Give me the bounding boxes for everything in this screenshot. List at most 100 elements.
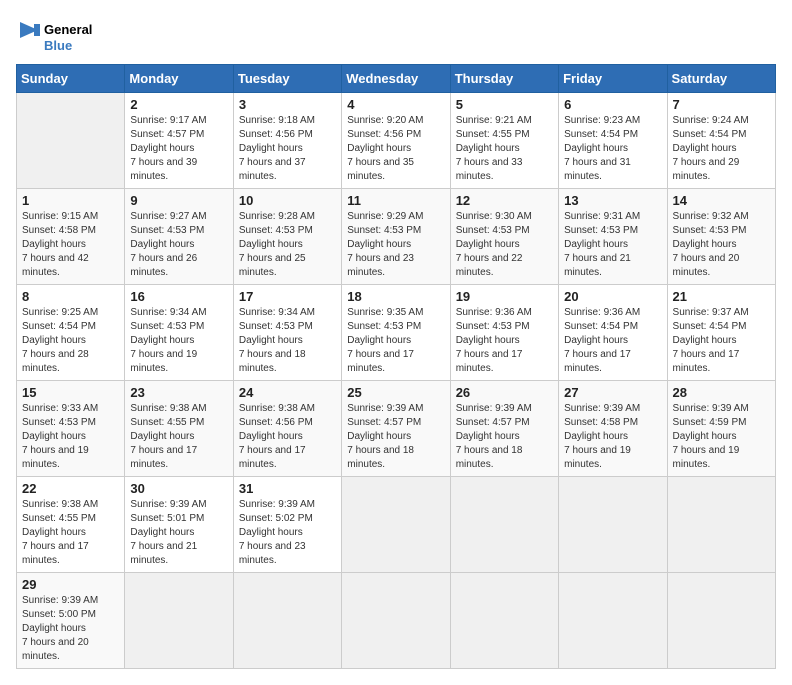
calendar-day-cell xyxy=(342,477,450,573)
cell-info: Sunrise: 9:27 AM Sunset: 4:53 PM Dayligh… xyxy=(130,210,227,280)
cell-info: Sunrise: 9:29 AM Sunset: 4:53 PM Dayligh… xyxy=(347,210,444,280)
calendar-day-cell: 11 Sunrise: 9:29 AM Sunset: 4:53 PM Dayl… xyxy=(342,189,450,285)
cell-info: Sunrise: 9:38 AM Sunset: 4:56 PM Dayligh… xyxy=(239,402,336,472)
cell-info: Sunrise: 9:34 AM Sunset: 4:53 PM Dayligh… xyxy=(130,306,227,376)
calendar-day-cell: 6 Sunrise: 9:23 AM Sunset: 4:54 PM Dayli… xyxy=(559,93,667,189)
day-number: 23 xyxy=(130,385,227,400)
calendar-day-cell xyxy=(17,93,125,189)
day-number: 5 xyxy=(456,97,553,112)
calendar-day-cell: 22 Sunrise: 9:38 AM Sunset: 4:55 PM Dayl… xyxy=(17,477,125,573)
calendar-day-cell: 31 Sunrise: 9:39 AM Sunset: 5:02 PM Dayl… xyxy=(233,477,341,573)
day-number: 29 xyxy=(22,577,119,592)
day-number: 19 xyxy=(456,289,553,304)
day-of-week-header: Wednesday xyxy=(342,65,450,93)
calendar-week-row: 15 Sunrise: 9:33 AM Sunset: 4:53 PM Dayl… xyxy=(17,381,776,477)
cell-info: Sunrise: 9:31 AM Sunset: 4:53 PM Dayligh… xyxy=(564,210,661,280)
cell-info: Sunrise: 9:39 AM Sunset: 4:58 PM Dayligh… xyxy=(564,402,661,472)
cell-info: Sunrise: 9:35 AM Sunset: 4:53 PM Dayligh… xyxy=(347,306,444,376)
calendar-day-cell: 5 Sunrise: 9:21 AM Sunset: 4:55 PM Dayli… xyxy=(450,93,558,189)
calendar-day-cell xyxy=(342,573,450,669)
cell-info: Sunrise: 9:24 AM Sunset: 4:54 PM Dayligh… xyxy=(673,114,770,184)
cell-info: Sunrise: 9:37 AM Sunset: 4:54 PM Dayligh… xyxy=(673,306,770,376)
calendar-day-cell: 10 Sunrise: 9:28 AM Sunset: 4:53 PM Dayl… xyxy=(233,189,341,285)
cell-info: Sunrise: 9:36 AM Sunset: 4:53 PM Dayligh… xyxy=(456,306,553,376)
cell-info: Sunrise: 9:17 AM Sunset: 4:57 PM Dayligh… xyxy=(130,114,227,184)
cell-info: Sunrise: 9:36 AM Sunset: 4:54 PM Dayligh… xyxy=(564,306,661,376)
day-number: 25 xyxy=(347,385,444,400)
calendar-day-cell: 19 Sunrise: 9:36 AM Sunset: 4:53 PM Dayl… xyxy=(450,285,558,381)
day-number: 16 xyxy=(130,289,227,304)
day-number: 6 xyxy=(564,97,661,112)
cell-info: Sunrise: 9:23 AM Sunset: 4:54 PM Dayligh… xyxy=(564,114,661,184)
calendar-day-cell: 4 Sunrise: 9:20 AM Sunset: 4:56 PM Dayli… xyxy=(342,93,450,189)
day-of-week-header: Sunday xyxy=(17,65,125,93)
calendar-week-row: 1 Sunrise: 9:15 AM Sunset: 4:58 PM Dayli… xyxy=(17,189,776,285)
calendar-day-cell: 30 Sunrise: 9:39 AM Sunset: 5:01 PM Dayl… xyxy=(125,477,233,573)
day-number: 28 xyxy=(673,385,770,400)
day-number: 20 xyxy=(564,289,661,304)
day-number: 21 xyxy=(673,289,770,304)
cell-info: Sunrise: 9:20 AM Sunset: 4:56 PM Dayligh… xyxy=(347,114,444,184)
calendar-day-cell: 25 Sunrise: 9:39 AM Sunset: 4:57 PM Dayl… xyxy=(342,381,450,477)
cell-info: Sunrise: 9:39 AM Sunset: 5:01 PM Dayligh… xyxy=(130,498,227,568)
day-number: 1 xyxy=(22,193,119,208)
cell-info: Sunrise: 9:38 AM Sunset: 4:55 PM Dayligh… xyxy=(130,402,227,472)
calendar-day-cell: 15 Sunrise: 9:33 AM Sunset: 4:53 PM Dayl… xyxy=(17,381,125,477)
calendar-day-cell: 18 Sunrise: 9:35 AM Sunset: 4:53 PM Dayl… xyxy=(342,285,450,381)
calendar-day-cell: 13 Sunrise: 9:31 AM Sunset: 4:53 PM Dayl… xyxy=(559,189,667,285)
calendar-day-cell: 14 Sunrise: 9:32 AM Sunset: 4:53 PM Dayl… xyxy=(667,189,775,285)
day-number: 13 xyxy=(564,193,661,208)
calendar-day-cell xyxy=(667,477,775,573)
calendar-day-cell xyxy=(450,573,558,669)
day-of-week-header: Monday xyxy=(125,65,233,93)
day-number: 31 xyxy=(239,481,336,496)
cell-info: Sunrise: 9:39 AM Sunset: 5:00 PM Dayligh… xyxy=(22,594,119,664)
svg-text:General: General xyxy=(44,22,92,37)
calendar-day-cell xyxy=(559,477,667,573)
calendar-day-cell: 2 Sunrise: 9:17 AM Sunset: 4:57 PM Dayli… xyxy=(125,93,233,189)
day-number: 22 xyxy=(22,481,119,496)
calendar-day-cell xyxy=(125,573,233,669)
day-number: 15 xyxy=(22,385,119,400)
calendar-day-cell: 26 Sunrise: 9:39 AM Sunset: 4:57 PM Dayl… xyxy=(450,381,558,477)
day-number: 9 xyxy=(130,193,227,208)
cell-info: Sunrise: 9:25 AM Sunset: 4:54 PM Dayligh… xyxy=(22,306,119,376)
logo: General Blue xyxy=(16,16,106,56)
calendar-day-cell: 8 Sunrise: 9:25 AM Sunset: 4:54 PM Dayli… xyxy=(17,285,125,381)
svg-text:Blue: Blue xyxy=(44,38,72,53)
day-of-week-header: Thursday xyxy=(450,65,558,93)
day-number: 8 xyxy=(22,289,119,304)
calendar-day-cell xyxy=(450,477,558,573)
day-number: 4 xyxy=(347,97,444,112)
calendar-day-cell: 12 Sunrise: 9:30 AM Sunset: 4:53 PM Dayl… xyxy=(450,189,558,285)
calendar-day-cell xyxy=(559,573,667,669)
cell-info: Sunrise: 9:33 AM Sunset: 4:53 PM Dayligh… xyxy=(22,402,119,472)
calendar-header-row: SundayMondayTuesdayWednesdayThursdayFrid… xyxy=(17,65,776,93)
day-of-week-header: Tuesday xyxy=(233,65,341,93)
day-number: 26 xyxy=(456,385,553,400)
calendar-week-row: 22 Sunrise: 9:38 AM Sunset: 4:55 PM Dayl… xyxy=(17,477,776,573)
day-number: 14 xyxy=(673,193,770,208)
calendar-day-cell: 16 Sunrise: 9:34 AM Sunset: 4:53 PM Dayl… xyxy=(125,285,233,381)
calendar-table: SundayMondayTuesdayWednesdayThursdayFrid… xyxy=(16,64,776,669)
logo-svg: General Blue xyxy=(16,16,106,56)
calendar-day-cell: 23 Sunrise: 9:38 AM Sunset: 4:55 PM Dayl… xyxy=(125,381,233,477)
calendar-day-cell: 24 Sunrise: 9:38 AM Sunset: 4:56 PM Dayl… xyxy=(233,381,341,477)
day-number: 11 xyxy=(347,193,444,208)
day-number: 10 xyxy=(239,193,336,208)
calendar-day-cell: 20 Sunrise: 9:36 AM Sunset: 4:54 PM Dayl… xyxy=(559,285,667,381)
calendar-day-cell: 27 Sunrise: 9:39 AM Sunset: 4:58 PM Dayl… xyxy=(559,381,667,477)
calendar-day-cell: 28 Sunrise: 9:39 AM Sunset: 4:59 PM Dayl… xyxy=(667,381,775,477)
cell-info: Sunrise: 9:39 AM Sunset: 4:57 PM Dayligh… xyxy=(456,402,553,472)
calendar-week-row: 2 Sunrise: 9:17 AM Sunset: 4:57 PM Dayli… xyxy=(17,93,776,189)
calendar-day-cell: 3 Sunrise: 9:18 AM Sunset: 4:56 PM Dayli… xyxy=(233,93,341,189)
cell-info: Sunrise: 9:39 AM Sunset: 5:02 PM Dayligh… xyxy=(239,498,336,568)
day-number: 17 xyxy=(239,289,336,304)
day-number: 27 xyxy=(564,385,661,400)
day-number: 12 xyxy=(456,193,553,208)
cell-info: Sunrise: 9:38 AM Sunset: 4:55 PM Dayligh… xyxy=(22,498,119,568)
calendar-day-cell: 21 Sunrise: 9:37 AM Sunset: 4:54 PM Dayl… xyxy=(667,285,775,381)
cell-info: Sunrise: 9:32 AM Sunset: 4:53 PM Dayligh… xyxy=(673,210,770,280)
calendar-day-cell xyxy=(667,573,775,669)
page-header: General Blue xyxy=(16,16,776,56)
